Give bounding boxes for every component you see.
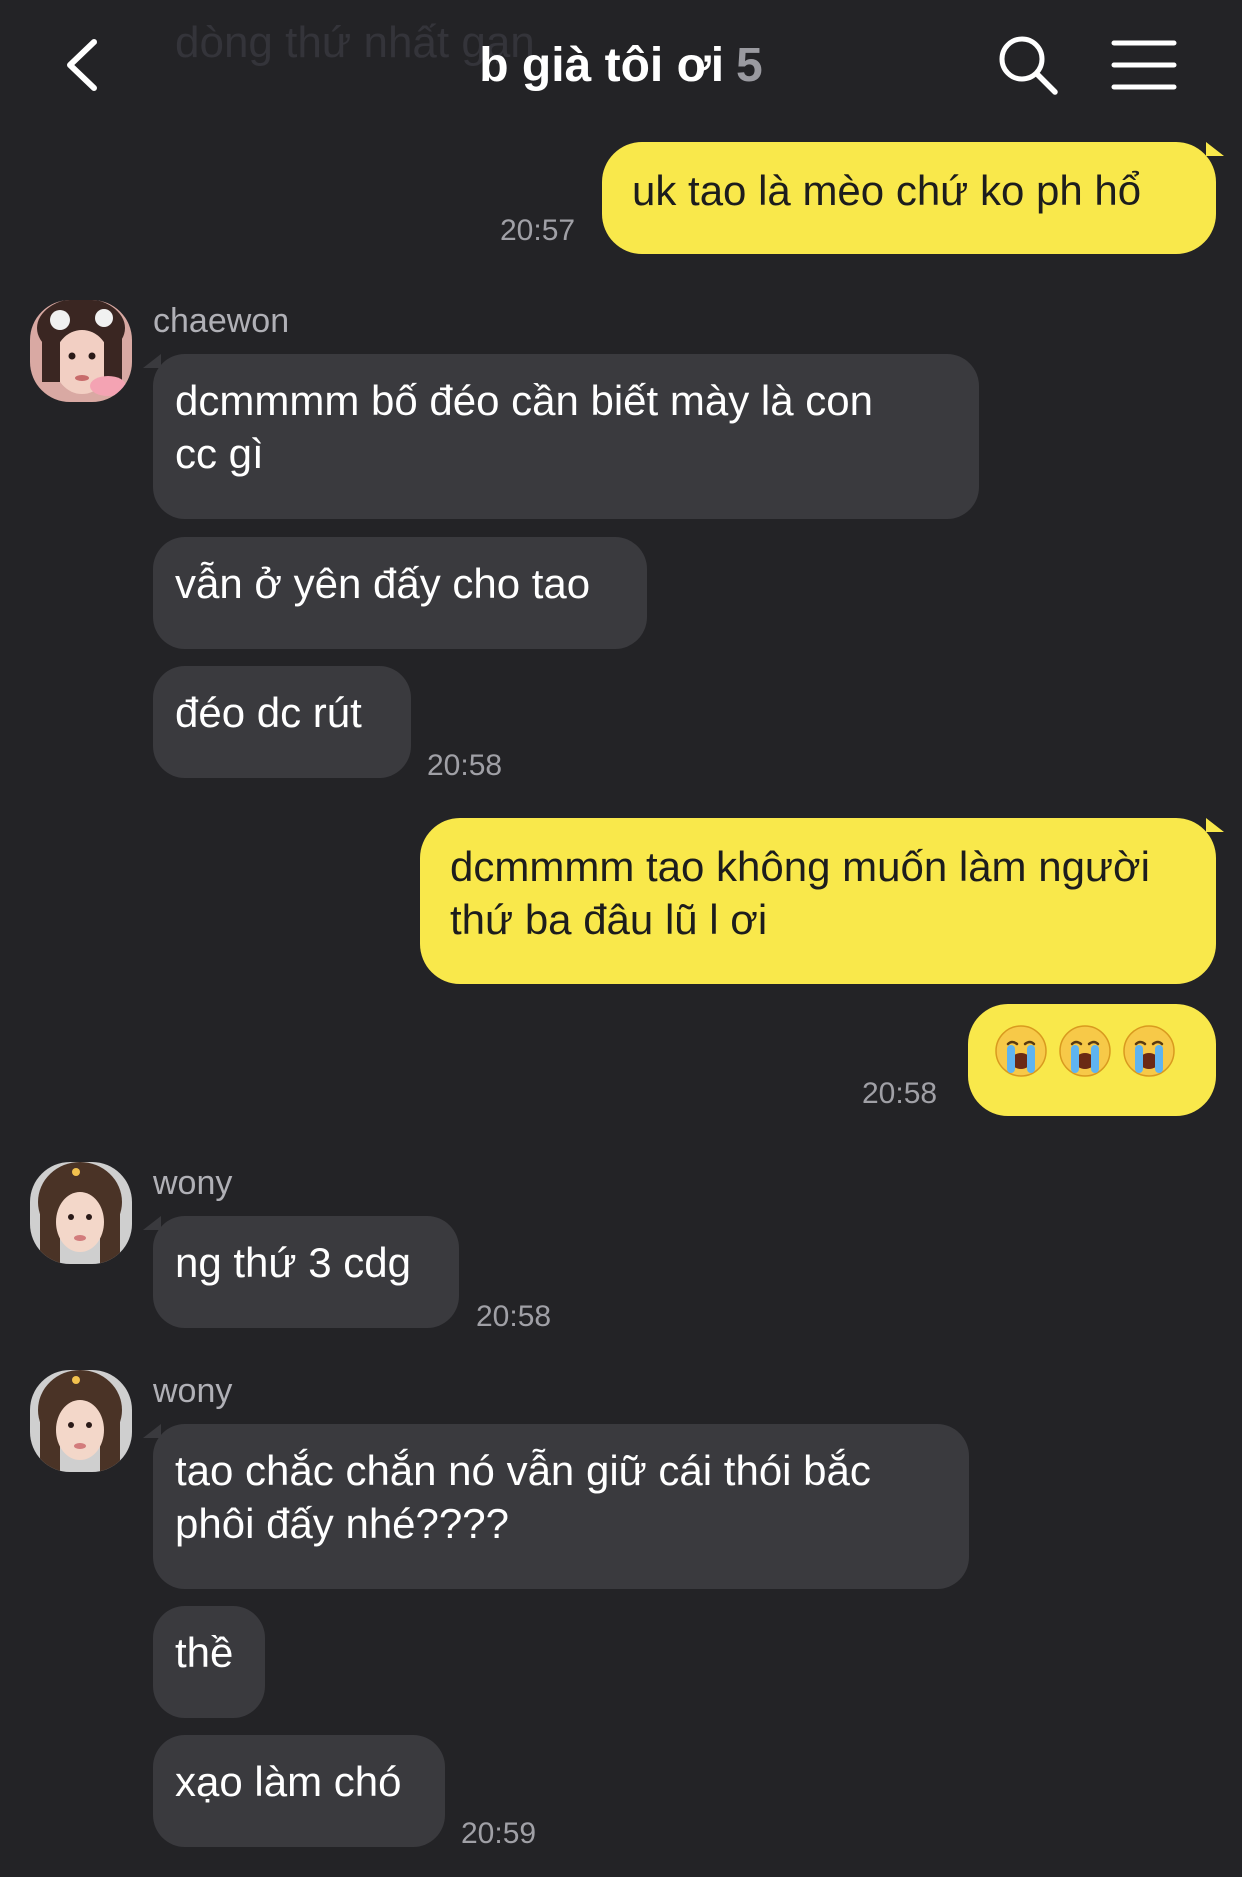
- bubble-tail: [143, 1424, 161, 1438]
- bubble-tail: [1206, 142, 1224, 156]
- message-time: 20:58: [476, 1300, 552, 1333]
- sender-name: wony: [153, 1164, 233, 1202]
- chat-name: b già tôi ơi: [479, 39, 725, 92]
- menu-button[interactable]: [1110, 35, 1178, 95]
- loudly-crying-face-icon: [1123, 1024, 1175, 1077]
- my-message-bubble[interactable]: uk tao là mèo chứ ko ph hổ: [602, 142, 1216, 254]
- sender-name: chaewon: [153, 302, 290, 340]
- message-time: 20:58: [427, 749, 503, 782]
- chat-header: dòng thứ nhất gạn b già tôi ơi 5: [0, 0, 1242, 130]
- chat-screen: dòng thứ nhất gạn b già tôi ơi 5 20:57 u…: [0, 0, 1242, 1877]
- their-message-bubble[interactable]: tao chắc chắn nó vẫn giữ cái thói bắc ph…: [153, 1424, 969, 1589]
- message-text: vẫn ở yên đấy cho tao: [175, 560, 591, 607]
- message-text-line: dcmmmm tao không muốn làm người: [450, 843, 1150, 890]
- their-message-bubble[interactable]: vẫn ở yên đấy cho tao: [153, 537, 647, 649]
- bubble-tail: [1206, 818, 1224, 832]
- loudly-crying-face-icon: [995, 1024, 1047, 1077]
- message-time: 20:59: [461, 1817, 537, 1850]
- sender-name: wony: [153, 1372, 233, 1410]
- message-text-line: tao chắc chắn nó vẫn giữ cái thói bắc: [175, 1447, 871, 1494]
- avatar-image: [30, 300, 132, 402]
- emoji-row: [994, 1024, 1190, 1077]
- their-message-bubble[interactable]: xạo làm chó: [153, 1735, 445, 1847]
- their-message-bubble[interactable]: đéo dc rút: [153, 666, 411, 778]
- hamburger-menu-icon: [1111, 40, 1177, 90]
- their-message-bubble[interactable]: dcmmmm bố đéo cần biết mày là con cc gì: [153, 354, 979, 519]
- member-count: 5: [736, 39, 763, 92]
- bubble-tail: [143, 354, 161, 368]
- message-text: uk tao là mèo chứ ko ph hổ: [632, 167, 1142, 214]
- message-text-line: dcmmmm bố đéo cần biết mày là con: [175, 377, 873, 424]
- message-time: 20:58: [862, 1077, 938, 1110]
- avatar-image: [30, 1370, 132, 1472]
- search-button[interactable]: [995, 32, 1061, 98]
- message-text: ng thứ 3 cdg: [175, 1239, 411, 1286]
- my-message-bubble[interactable]: dcmmmm tao không muốn làm người thứ ba đ…: [420, 818, 1216, 984]
- avatar-image: [30, 1162, 132, 1264]
- avatar-wony[interactable]: [30, 1162, 132, 1264]
- my-emoji-bubble[interactable]: [968, 1004, 1216, 1116]
- message-text-line: thứ ba đâu lũ l ơi: [450, 896, 768, 943]
- their-message-bubble[interactable]: thề: [153, 1606, 265, 1718]
- message-text-line: cc gì: [175, 430, 264, 477]
- loudly-crying-face-icon: [1059, 1024, 1111, 1077]
- message-text-line: phôi đấy nhé????: [175, 1500, 509, 1547]
- message-time: 20:57: [500, 214, 576, 247]
- search-icon: [999, 36, 1058, 95]
- bubble-tail: [143, 1216, 161, 1230]
- their-message-bubble[interactable]: ng thứ 3 cdg: [153, 1216, 459, 1328]
- message-text: đéo dc rút: [175, 689, 362, 736]
- avatar-wony[interactable]: [30, 1370, 132, 1472]
- message-text: thề: [175, 1629, 234, 1676]
- avatar-chaewon[interactable]: [30, 300, 132, 402]
- message-text: xạo làm chó: [175, 1758, 402, 1805]
